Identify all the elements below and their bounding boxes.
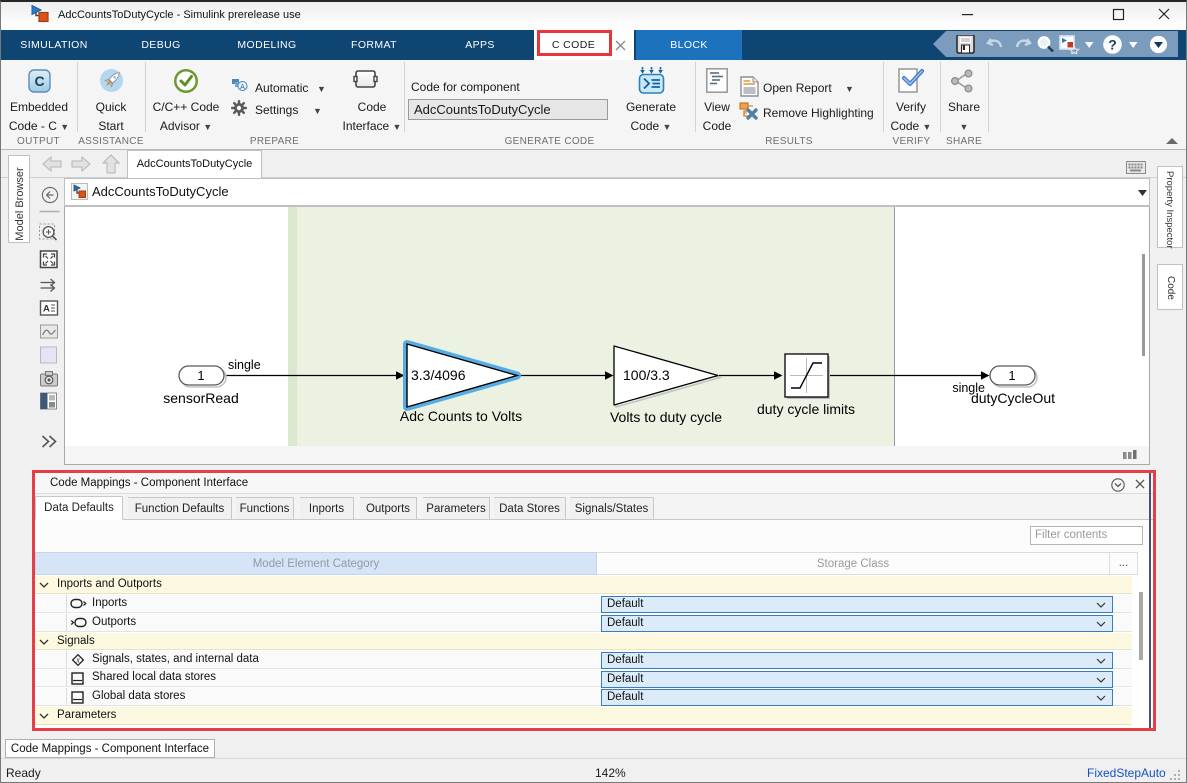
svg-text:Adc Counts to Volts: Adc Counts to Volts (400, 408, 522, 424)
svg-text:C: C (34, 73, 44, 89)
svg-text:?: ? (1108, 37, 1117, 53)
svg-text:1: 1 (197, 368, 204, 383)
svg-text:x: x (75, 656, 80, 665)
svg-text:duty cycle limits: duty cycle limits (757, 401, 855, 417)
svg-text:1: 1 (1008, 368, 1015, 383)
svg-text:3.3/4096: 3.3/4096 (411, 367, 466, 383)
svg-text:Volts to duty cycle: Volts to duty cycle (610, 409, 722, 425)
svg-text:A: A (43, 304, 50, 315)
svg-text:single: single (228, 358, 261, 372)
svg-text:100/3.3: 100/3.3 (623, 367, 670, 383)
svg-text:dutyCycleOut: dutyCycleOut (971, 390, 1055, 406)
svg-text:A: A (240, 84, 245, 91)
svg-text:sensorRead: sensorRead (163, 390, 239, 406)
